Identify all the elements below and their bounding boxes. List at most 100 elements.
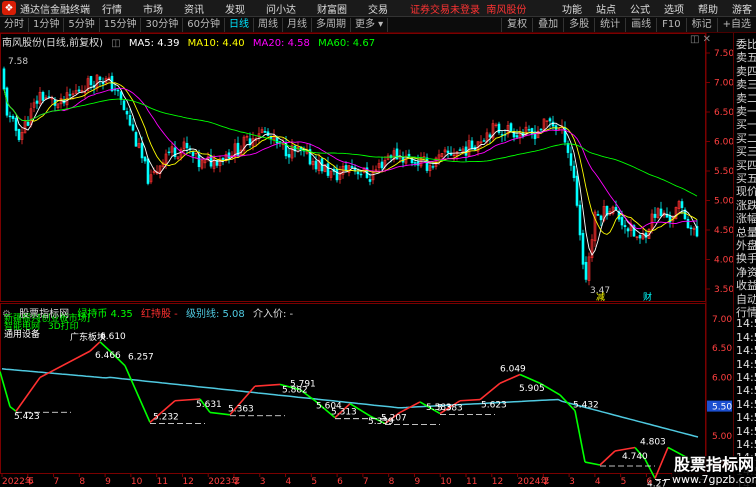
menu-help[interactable]: 帮助 (698, 1, 718, 16)
candle-body (26, 121, 30, 126)
price-legend: 南风股份(日线,前复权) ◫ MA5: 4.39 MA10: 4.40 MA20… (2, 34, 380, 49)
time-tick: 6 (28, 477, 34, 487)
tool-overlay[interactable]: 叠加 (532, 17, 563, 32)
candle-body (110, 75, 114, 92)
indicator-gear-icon[interactable]: ⚙ (2, 309, 11, 320)
time-tick: 3 (260, 477, 266, 487)
ma20-value: MA20: 4.58 (252, 38, 310, 49)
candle-body (197, 154, 201, 168)
candle-body (431, 166, 435, 168)
candle-body (638, 235, 642, 239)
tool-add-watchlist[interactable]: +自选 (716, 17, 756, 32)
candle-body (599, 215, 603, 221)
candle-body (623, 225, 627, 228)
tool-draw[interactable]: 画线 (625, 17, 656, 32)
period-tab-1min[interactable]: 1分钟 (29, 17, 65, 32)
indicator-tick: 5.50 (712, 403, 732, 413)
indicator-value-label: 5.791 (290, 380, 316, 390)
price-tick: 6.50 (714, 108, 733, 118)
candle-body (122, 100, 126, 111)
app-logo-icon: ❖ (2, 1, 16, 15)
period-tab-weekly[interactable]: 周线 (254, 17, 283, 32)
menu-item-market[interactable]: 市场 (143, 1, 163, 16)
menu-item-quotes[interactable]: 行情 (102, 1, 122, 16)
indicator-value-label: 5.631 (196, 400, 222, 410)
candle-body (89, 76, 93, 86)
candle-body (572, 165, 576, 178)
candle-body (653, 213, 657, 218)
tool-f10[interactable]: F10 (656, 17, 685, 32)
indicator-tick: 7.00 (712, 315, 732, 325)
candle-body (8, 115, 12, 118)
price-tick: 3.50 (714, 285, 733, 295)
candle-body (77, 89, 81, 92)
time-tick: 9 (414, 477, 420, 487)
menu-item-ask[interactable]: 问小达 (266, 1, 296, 16)
time-tick: 2 (234, 477, 240, 487)
candle-body (131, 124, 135, 131)
menu-item-news[interactable]: 资讯 (184, 1, 204, 16)
period-tab-60min[interactable]: 60分钟 (183, 17, 225, 32)
event-tag-finance: 财 (643, 291, 652, 303)
tool-multi-stock[interactable]: 多股 (563, 17, 594, 32)
candle-body (146, 158, 150, 184)
tool-stats[interactable]: 统计 (594, 17, 625, 32)
period-tab-30min[interactable]: 30分钟 (141, 17, 184, 32)
candle-body (575, 175, 579, 206)
login-notice[interactable]: 证券交易未登录 南风股份 (410, 1, 526, 16)
panel-close-icon[interactable]: ◫ ✕ (690, 34, 711, 45)
menu-options[interactable]: 选项 (664, 1, 684, 16)
candle-body (326, 163, 330, 176)
entry-price-value: 介入价: - (252, 309, 294, 320)
menu-item-trade[interactable]: 交易 (368, 1, 388, 16)
candle-body (14, 117, 18, 131)
time-tick: 4 (286, 477, 292, 487)
candle-body (497, 123, 501, 133)
candle-body (125, 110, 129, 115)
period-tab-monthly[interactable]: 月线 (283, 17, 312, 32)
period-toolbar: 分时 1分钟 5分钟 15分钟 30分钟 60分钟 日线 周线 月线 多周期 更… (0, 17, 756, 33)
period-tab-multi[interactable]: 多周期 (312, 17, 351, 32)
right-menu: 功能 站点 公式 选项 帮助 游客 (548, 1, 752, 16)
candle-body (140, 142, 144, 159)
menu-item-discover[interactable]: 发现 (225, 1, 245, 16)
indicator-value-label: 5.432 (573, 401, 599, 411)
menu-site[interactable]: 站点 (596, 1, 616, 16)
indicator-value-label: 5.207 (381, 414, 407, 424)
indicator-value-label: 5.363 (228, 405, 254, 415)
period-tab-more[interactable]: 更多 ▾ (351, 17, 389, 32)
side-item-23: 14:5 (736, 344, 756, 358)
candle-body (620, 217, 624, 226)
watermark: 股票指标网 www.7gpzb.com (672, 455, 756, 487)
indicator-value-label: 5.423 (14, 412, 40, 422)
period-tab-daily[interactable]: 日线 (225, 17, 254, 32)
indicator-value-label: 6.257 (128, 352, 154, 362)
period-tab-15min[interactable]: 15分钟 (100, 17, 142, 32)
menu-function[interactable]: 功能 (562, 1, 582, 16)
candle-body (368, 179, 372, 182)
time-tick: 12 (182, 477, 193, 487)
candle-body (287, 154, 291, 158)
indicator-value-label: 5.232 (153, 412, 179, 422)
tool-mark[interactable]: 标记 (685, 17, 717, 32)
chart-area[interactable]: 7.50 7.00 6.50 6.00 5.50 5.00 4.50 4.00 3.50 7.0… (0, 33, 733, 487)
menu-formula[interactable]: 公式 (630, 1, 650, 16)
candle-body (425, 157, 429, 171)
candle-body (98, 76, 102, 81)
indicator-value-label: 5.623 (481, 400, 507, 410)
tool-rights[interactable]: 复权 (501, 17, 532, 32)
period-tab-fenshi[interactable]: 分时 (0, 17, 29, 32)
candle-body (470, 140, 474, 150)
menu-guest[interactable]: 游客 (732, 1, 752, 16)
ma5-value: MA5: 4.39 (128, 38, 180, 49)
candle-body (314, 160, 318, 170)
side-item-30: 14:5 (736, 438, 756, 451)
menu-item-wealth[interactable]: 财富圈 (317, 1, 347, 16)
candle-body (689, 227, 693, 230)
legend-toggle-icon[interactable]: ◫ (111, 38, 120, 49)
candle-body (116, 89, 120, 92)
price-tick: 7.00 (714, 79, 733, 89)
candle-body (344, 165, 348, 171)
price-tick: 4.50 (714, 226, 733, 236)
period-tab-5min[interactable]: 5分钟 (64, 17, 100, 32)
